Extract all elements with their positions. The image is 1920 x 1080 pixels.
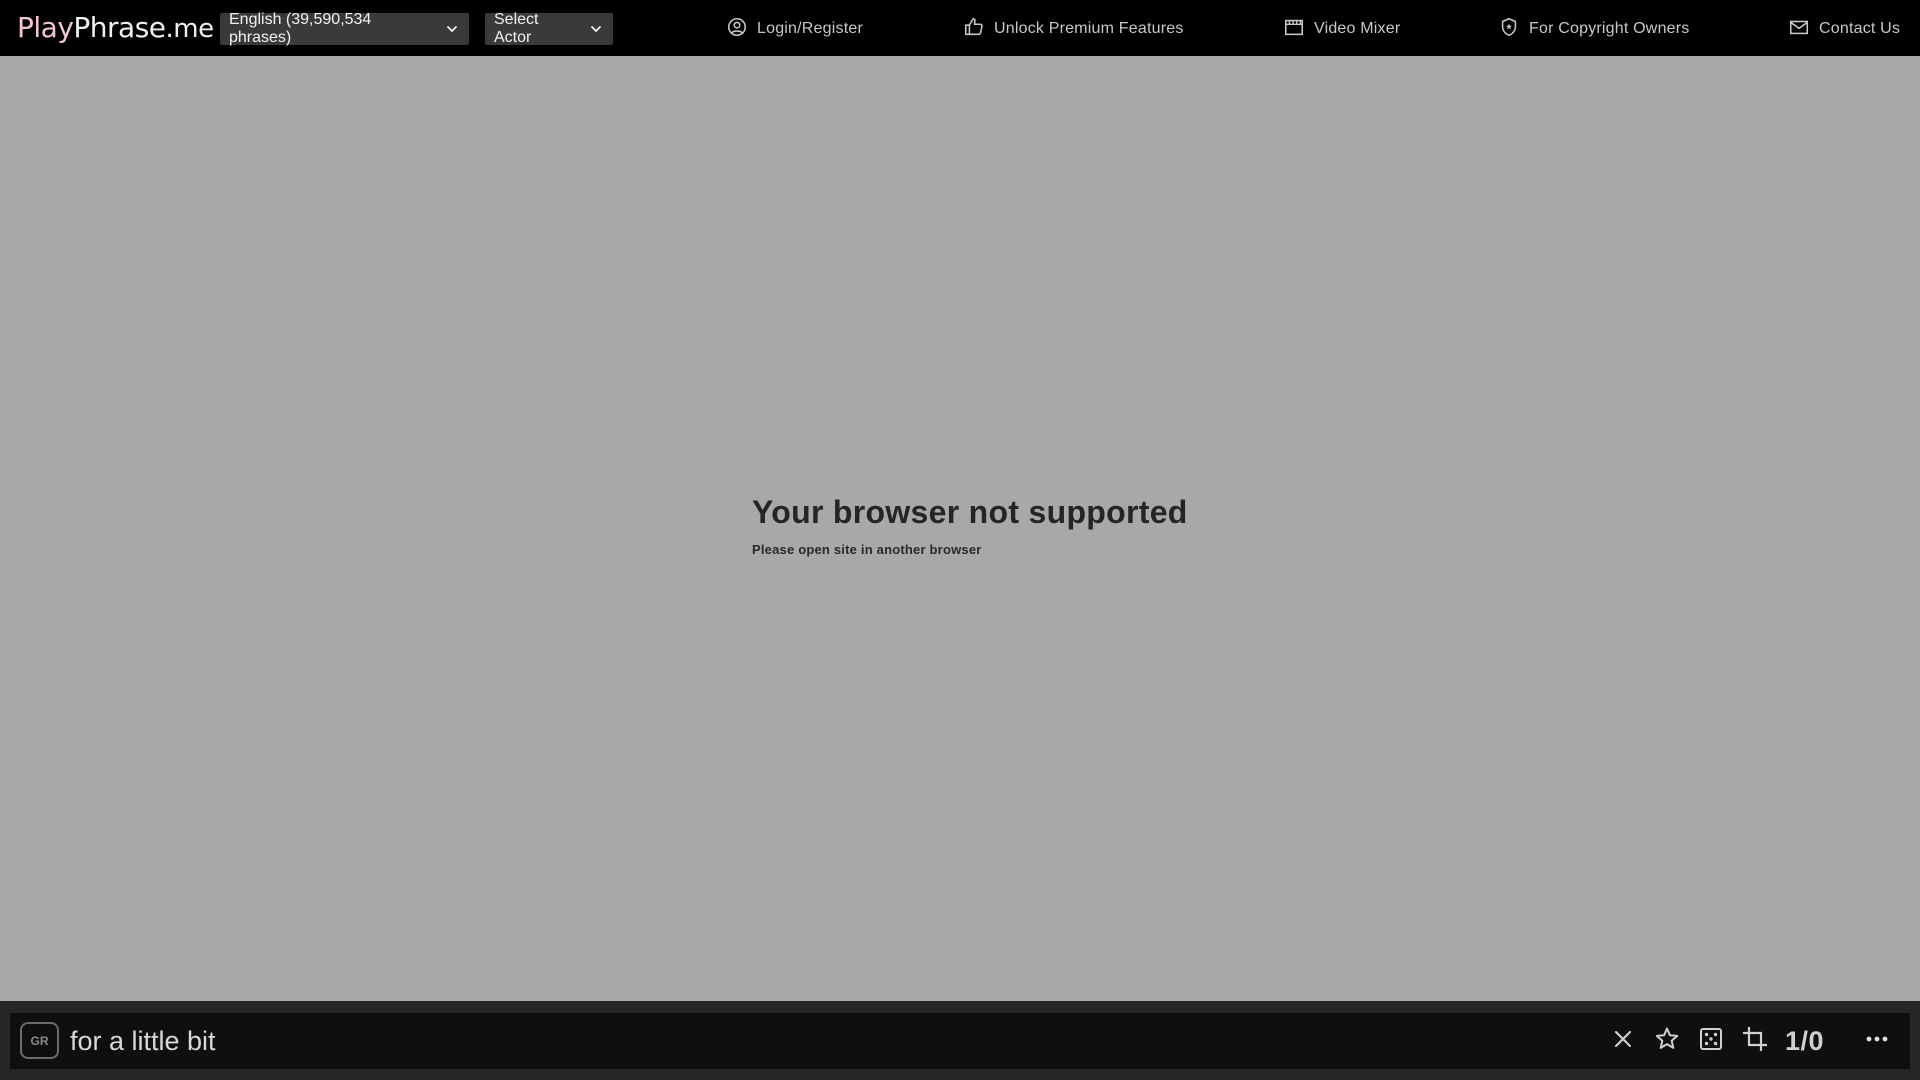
message-subtitle: Please open site in another browser xyxy=(752,542,982,557)
nav-video-mixer[interactable]: Video Mixer xyxy=(1283,17,1400,41)
star-icon xyxy=(1653,1025,1681,1058)
top-navigation-bar: Play Phrase .me English (39,590,534 phrase… xyxy=(0,0,1920,56)
language-dropdown[interactable]: English (39,590,534 phrases) xyxy=(220,11,469,46)
phrase-counter: 1/0 xyxy=(1785,1026,1825,1056)
site-logo[interactable]: Play Phrase .me xyxy=(17,11,214,47)
nav-contact-label: Contact Us xyxy=(1819,20,1901,37)
actor-dropdown[interactable]: Select Actor xyxy=(485,11,613,46)
random-phrase-button[interactable] xyxy=(1695,1025,1727,1057)
message-title: Your browser not supported xyxy=(752,494,1188,530)
search-panel: GR 1/0 xyxy=(10,1013,1910,1069)
close-icon xyxy=(1609,1025,1637,1058)
nav-unlock-premium[interactable]: Unlock Premium Features xyxy=(963,17,1184,41)
clear-search-button[interactable] xyxy=(1607,1025,1639,1057)
more-icon xyxy=(1863,1025,1891,1058)
logo-phrase: Phrase xyxy=(73,11,166,44)
nav-copyright-owners[interactable]: For Copyright Owners xyxy=(1498,17,1690,41)
nav-login-label: Login/Register xyxy=(757,20,863,37)
actor-dropdown-label: Select Actor xyxy=(494,11,539,46)
bottom-search-bar: GR 1/0 xyxy=(0,1001,1920,1080)
language-dropdown-label: English (39,590,534 phrases) xyxy=(229,11,372,46)
nav-premium-label: Unlock Premium Features xyxy=(994,20,1184,37)
grammar-badge[interactable]: GR xyxy=(20,1022,59,1059)
film-icon xyxy=(1283,16,1314,43)
nav-contact-us[interactable]: Contact Us xyxy=(1788,17,1900,41)
chevron-down-icon xyxy=(445,22,459,36)
logo-dot-me: .me xyxy=(165,14,215,44)
more-options-button[interactable] xyxy=(1861,1025,1893,1057)
mail-icon xyxy=(1788,16,1819,43)
nav-login-register[interactable]: Login/Register xyxy=(726,17,863,41)
shield-icon xyxy=(1498,16,1529,43)
phrase-search-input[interactable] xyxy=(70,1021,1070,1061)
crop-button[interactable] xyxy=(1739,1025,1771,1057)
dice-icon xyxy=(1697,1025,1725,1058)
thumbs-up-icon xyxy=(963,16,994,43)
user-circle-icon xyxy=(726,16,757,43)
logo-play: Play xyxy=(17,11,74,44)
unsupported-browser-message: Your browser not supported Please open s… xyxy=(752,492,1212,557)
nav-mixer-label: Video Mixer xyxy=(1314,20,1401,37)
nav-copyright-label: For Copyright Owners xyxy=(1529,20,1690,37)
favorite-button[interactable] xyxy=(1651,1025,1683,1057)
chevron-down-icon xyxy=(589,22,603,36)
crop-icon xyxy=(1741,1025,1769,1058)
